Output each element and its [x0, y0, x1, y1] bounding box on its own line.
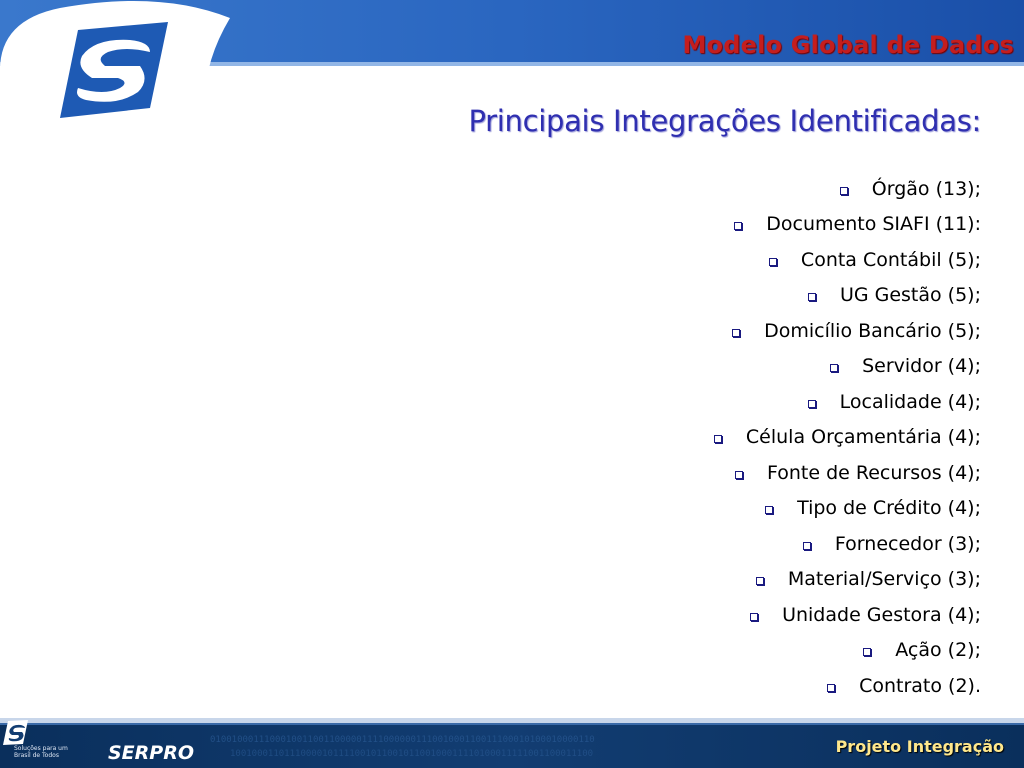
hollow-square-bullet-icon	[750, 612, 759, 621]
list-item-label: Contrato (2).	[859, 674, 981, 697]
hollow-square-bullet-icon	[863, 648, 872, 657]
hollow-square-bullet-icon	[768, 257, 777, 266]
list-item: Ação (2);	[714, 633, 981, 669]
list-item: Fonte de Recursos (4);	[714, 455, 981, 491]
list-item: Servidor (4);	[714, 349, 981, 385]
list-item-label: Conta Contábil (5);	[800, 248, 981, 271]
list-item-label: Documento SIAFI (11):	[766, 213, 981, 236]
list-item: Documento SIAFI (11):	[714, 207, 981, 243]
list-item: Material/Serviço (3);	[714, 562, 981, 598]
list-item: Fornecedor (3);	[714, 526, 981, 562]
list-item: UG Gestão (5);	[714, 278, 981, 314]
list-item-label: Tipo de Crédito (4);	[797, 497, 981, 520]
list-item-label: Célula Orçamentária (4);	[745, 426, 981, 449]
hollow-square-bullet-icon	[734, 222, 743, 231]
hollow-square-bullet-icon	[732, 328, 741, 337]
footer-project-label: Projeto Integração	[835, 737, 1004, 756]
serpro-brand: SERPRO	[108, 742, 195, 764]
serpro-footer-logo-icon	[3, 720, 28, 745]
list-item-label: Fornecedor (3);	[834, 532, 981, 555]
list-item: Tipo de Crédito (4);	[714, 491, 981, 527]
list-item: Conta Contábil (5);	[714, 242, 981, 278]
list-item-label: Servidor (4);	[862, 355, 981, 378]
hollow-square-bullet-icon	[755, 577, 764, 586]
hollow-square-bullet-icon	[807, 293, 816, 302]
list-item-label: Localidade (4);	[839, 390, 981, 413]
list-item-label: Domicílio Bancário (5);	[764, 319, 981, 342]
list-item-label: Fonte de Recursos (4);	[766, 461, 981, 484]
hollow-square-bullet-icon	[807, 399, 816, 408]
hollow-square-bullet-icon	[713, 435, 722, 444]
integration-list: Órgão (13); Documento SIAFI (11): Conta Co…	[713, 171, 981, 704]
list-item: Domicílio Bancário (5);	[714, 313, 981, 349]
list-item-label: Ação (2);	[895, 639, 981, 662]
list-item: Unidade Gestora (4);	[714, 597, 981, 633]
list-item: Localidade (4);	[714, 384, 981, 420]
list-item-label: Unidade Gestora (4);	[782, 603, 981, 626]
list-item-label: Material/Serviço (3);	[787, 568, 981, 591]
svg-text:010010001110001001100110000011: 0100100011100010011001100000111100000011…	[210, 735, 595, 745]
hollow-square-bullet-icon	[839, 186, 848, 195]
header-title: Modelo Global de Dados	[682, 31, 1014, 59]
svg-text:100100011011100001011110010110: 1001000110111000010111100101100101100100…	[230, 749, 593, 759]
page-title: Principais Integrações Identificadas:	[468, 104, 981, 138]
list-item: Célula Orçamentária (4);	[713, 420, 981, 456]
hollow-square-bullet-icon	[830, 364, 839, 373]
hollow-square-bullet-icon	[802, 541, 811, 550]
list-item-label: UG Gestão (5);	[839, 284, 981, 307]
list-item: Órgão (13);	[714, 171, 981, 207]
footer-banner: 0100100011100010011001100000111100000011…	[0, 718, 1024, 768]
list-item: Contrato (2).	[714, 668, 981, 704]
hollow-square-bullet-icon	[734, 470, 743, 479]
list-item-label: Órgão (13);	[871, 177, 981, 200]
hollow-square-bullet-icon	[765, 506, 774, 515]
hollow-square-bullet-icon	[827, 683, 836, 692]
